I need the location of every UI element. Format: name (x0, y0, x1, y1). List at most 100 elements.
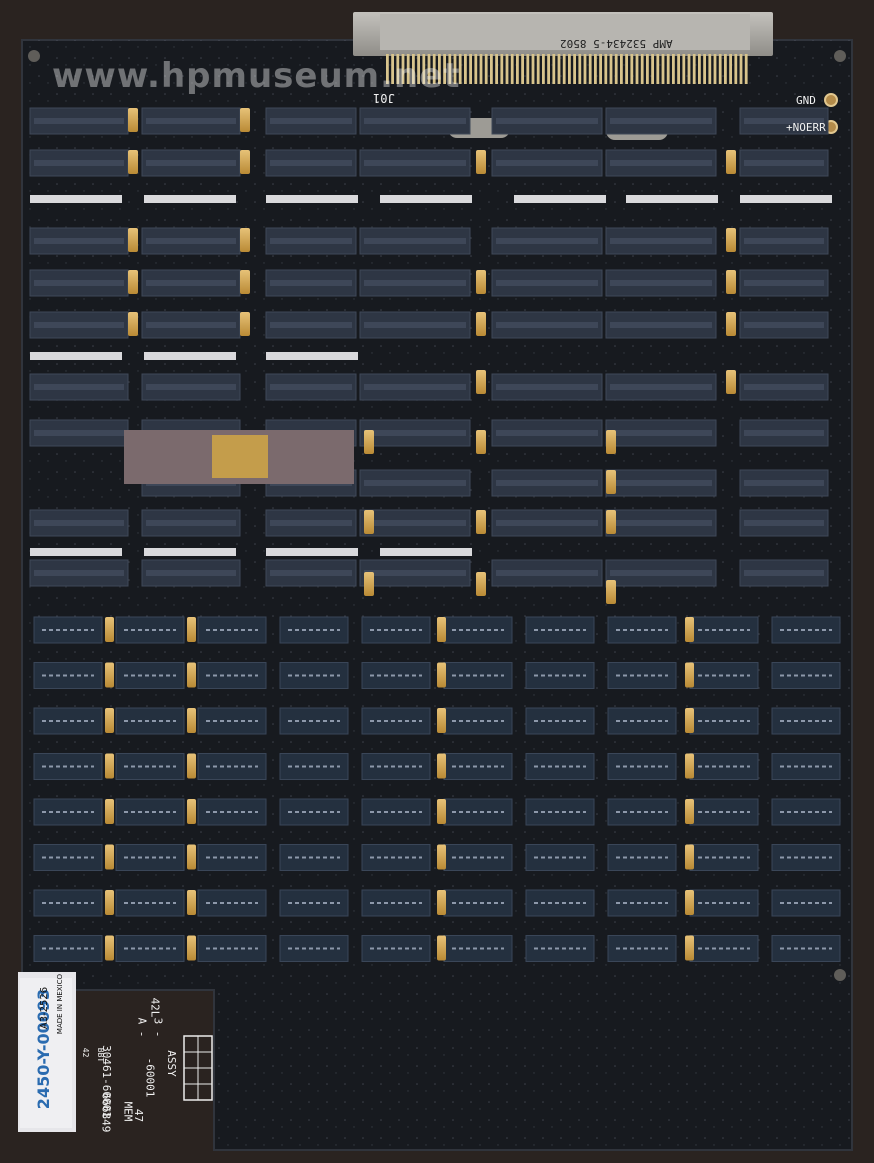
decoupling-capacitor (128, 312, 138, 336)
circuit-board-photo (18, 12, 853, 1151)
resistor-network (380, 548, 472, 556)
mount-hole (834, 50, 846, 62)
mount-hole (28, 50, 40, 62)
connector-pin (542, 54, 545, 84)
connector-pin (474, 54, 478, 84)
decoupling-capacitor (685, 662, 694, 688)
connector-pin (724, 54, 727, 84)
decoupling-capacitor (606, 580, 616, 604)
resistor-network (514, 195, 606, 203)
connector-pin (578, 54, 582, 84)
connector-pin (734, 54, 738, 84)
decoupling-capacitor (105, 708, 114, 733)
decoupling-capacitor (128, 108, 138, 132)
decoupling-capacitor (128, 228, 138, 252)
decoupling-capacitor (105, 799, 114, 824)
decoupling-capacitor (364, 430, 374, 454)
connector-pin (604, 54, 608, 84)
resistor-network (266, 352, 358, 360)
connector-pin (552, 54, 556, 84)
decoupling-capacitor (437, 799, 446, 824)
connector-pin (640, 54, 644, 84)
connector-pin (620, 54, 623, 84)
connector-pin (692, 54, 696, 84)
decoupling-capacitor (685, 753, 694, 779)
connector-pin (568, 54, 571, 84)
decoupling-capacitor (105, 935, 114, 961)
connector-pin (531, 54, 535, 84)
terminal-label-noerr: +NOERR (786, 121, 826, 134)
decoupling-capacitor (476, 150, 486, 174)
decoupling-capacitor (726, 150, 736, 174)
decoupling-capacitor (726, 312, 736, 336)
connector-pin (562, 54, 566, 84)
connector-pin (744, 54, 748, 84)
resistor-network (740, 195, 832, 203)
decoupling-capacitor (476, 270, 486, 294)
decoupling-capacitor (187, 617, 196, 642)
connector-pin (614, 54, 618, 84)
connector-pin (464, 54, 467, 84)
watermark-text: www.hpmuseum.net (52, 56, 461, 96)
assembly-line2: ASSY (164, 1050, 178, 1077)
decoupling-capacitor (187, 753, 196, 779)
decoupling-capacitor (187, 662, 196, 688)
connector-pin (573, 54, 576, 84)
decoupling-capacitor (105, 662, 114, 688)
decoupling-capacitor (606, 430, 616, 454)
connector-pin (661, 54, 665, 84)
decoupling-capacitor (437, 708, 446, 733)
connector-pin (656, 54, 660, 84)
decoupling-capacitor (606, 470, 616, 494)
assembly-line7: MEM (121, 1101, 135, 1122)
resistor-network (30, 195, 122, 203)
connector-pin (739, 54, 743, 84)
decoupling-capacitor (476, 312, 486, 336)
connector-pin (713, 54, 717, 84)
connector-part-text: AMP 532434-5 8502 (560, 37, 673, 50)
decoupling-capacitor (685, 890, 694, 915)
assembly-line4: 3 - (151, 1017, 165, 1038)
decoupling-capacitor (105, 617, 114, 642)
connector-pin (547, 54, 550, 84)
decoupling-capacitor (476, 430, 486, 454)
decoupling-capacitor (726, 228, 736, 252)
connector-pin (599, 54, 602, 84)
sticker-sub-line: MADE IN MEXICO (56, 973, 64, 1035)
assembly-line1: 42L (148, 997, 162, 1018)
terminal-gnd (824, 93, 838, 107)
decoupling-capacitor (187, 935, 196, 961)
connector-pin (469, 54, 472, 84)
decoupling-capacitor (685, 844, 694, 870)
connector-pin (484, 54, 488, 84)
decoupling-capacitor (685, 799, 694, 824)
decoupling-capacitor (437, 662, 446, 688)
connector-pin (651, 54, 654, 84)
decoupling-capacitor (105, 844, 114, 870)
decoupling-capacitor (364, 510, 374, 534)
decoupling-capacitor (476, 510, 486, 534)
connector-pin (479, 54, 483, 84)
resistor-network (30, 548, 122, 556)
connector-pin (536, 54, 540, 84)
resistor-network (30, 352, 122, 360)
assembly-line3: -60001 (143, 1057, 157, 1098)
decoupling-capacitor (105, 753, 114, 779)
decoupling-capacitor (437, 935, 446, 961)
decoupling-capacitor (726, 270, 736, 294)
decoupling-capacitor (476, 370, 486, 394)
decoupling-capacitor (128, 270, 138, 294)
decoupling-capacitor (437, 617, 446, 642)
gold-lid (212, 435, 268, 478)
decoupling-capacitor (437, 844, 446, 870)
resistor-network (144, 352, 236, 360)
connector-pin (526, 54, 530, 84)
decoupling-capacitor (187, 708, 196, 733)
connector-pin (510, 54, 514, 84)
decoupling-capacitor (240, 150, 250, 174)
decoupling-capacitor (240, 108, 250, 132)
decoupling-capacitor (685, 617, 694, 642)
connector-pin (516, 54, 519, 84)
connector-pin (672, 54, 675, 84)
resistor-network (380, 195, 472, 203)
